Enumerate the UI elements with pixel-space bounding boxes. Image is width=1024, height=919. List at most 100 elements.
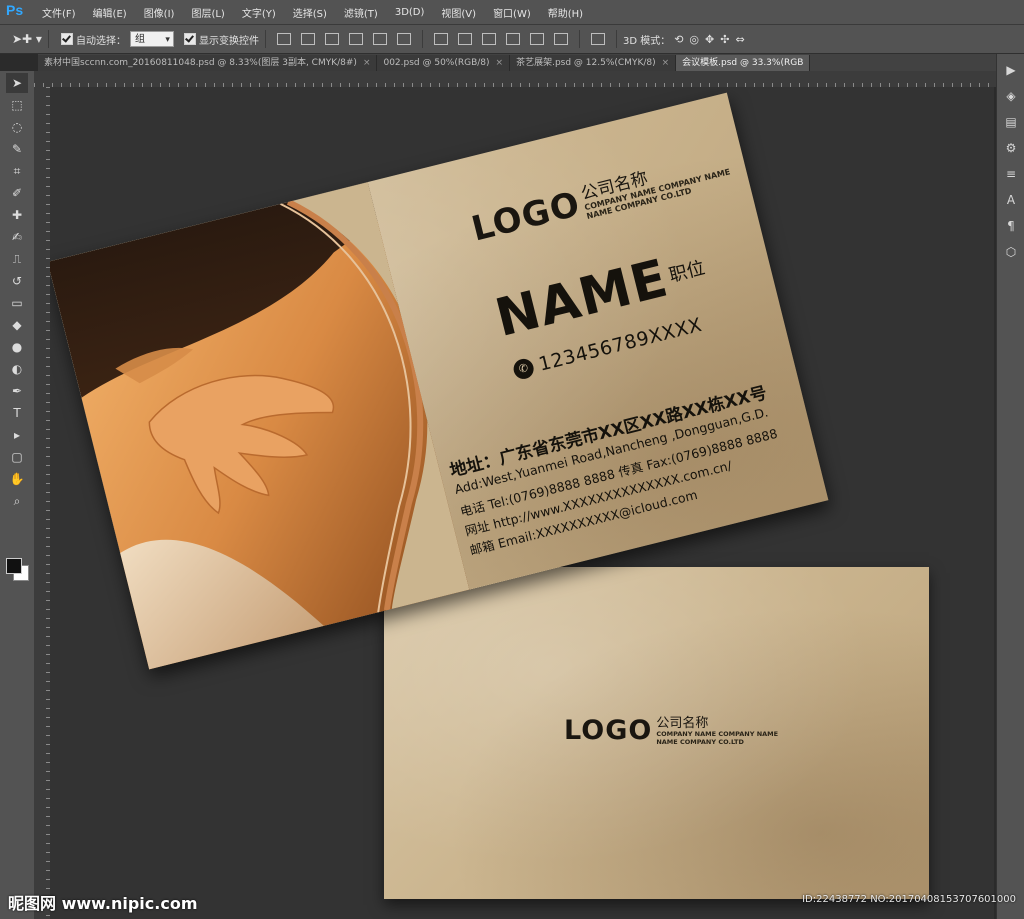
pen-tool-icon[interactable]: ✒	[6, 381, 28, 401]
front-logo-text: LOGO	[467, 184, 585, 250]
layers-icon[interactable]: ▤	[1001, 112, 1021, 132]
3d-pan-icon[interactable]: ✥	[705, 33, 714, 46]
tab-label: 茶艺展架.psd @ 12.5%(CMYK/8)	[516, 58, 656, 68]
menu-file[interactable]: 文件(F)	[34, 5, 85, 20]
align-vcenter-icon[interactable]	[300, 33, 315, 45]
distribute-hcenter-icon[interactable]	[529, 33, 544, 45]
3d-scale-icon[interactable]: ⇔	[735, 33, 744, 46]
3d-slide-icon[interactable]: ✣	[720, 33, 729, 46]
distribute-right-icon[interactable]	[553, 33, 568, 45]
tools-panel: ➤ ⬚ ◌ ✎ ⌗ ✐ ✚ ✍ ⎍ ↺ ▭ ◆ ● ◐ ✒ T ▸ ▢ ✋ ⌕	[0, 71, 35, 919]
phone-icon: ✆	[511, 356, 536, 382]
menu-image[interactable]: 图像(I)	[136, 5, 184, 20]
document-tab[interactable]: 茶艺展架.psd @ 12.5%(CMYK/8) ×	[510, 55, 677, 71]
eyedropper-tool-icon[interactable]: ✐	[6, 183, 28, 203]
quick-select-tool-icon[interactable]: ✎	[6, 139, 28, 159]
back-company-name-en-2: NAME COMPANY CO.LTD	[656, 737, 744, 746]
document-tab-active[interactable]: 会议模板.psd @ 33.3%(RGB	[676, 55, 811, 71]
business-card-back: LOGO 公司名称 COMPANY NAME COMPANY NAME NAME…	[384, 567, 929, 899]
align-hcenter-icon[interactable]	[372, 33, 387, 45]
auto-select-dropdown[interactable]: 组	[129, 31, 174, 48]
document-canvas[interactable]: LOGO 公司名称 COMPANY NAME COMPANY NAME NAME…	[50, 87, 994, 919]
watermark-bar: 昵图网 www.nipic.com ID:22438772 NO:2017040…	[0, 880, 1024, 919]
show-transform-checkbox[interactable]	[183, 33, 196, 45]
options-divider	[578, 30, 580, 48]
3d-mode-label: 3D 模式：	[622, 35, 671, 47]
move-tool-icon[interactable]: ➤	[6, 73, 28, 93]
menu-view[interactable]: 视图(V)	[433, 5, 485, 20]
photoshop-logo: Ps	[6, 2, 24, 18]
menu-3d[interactable]: 3D(D)	[387, 7, 434, 18]
distribute-vcenter-icon[interactable]	[457, 33, 472, 45]
play-icon[interactable]: ▶	[1001, 60, 1021, 80]
3d-roll-icon[interactable]: ◎	[689, 33, 699, 46]
distribute-bottom-icon[interactable]	[481, 33, 496, 45]
auto-align-icon[interactable]	[590, 33, 605, 45]
align-right-icon[interactable]	[396, 33, 411, 45]
align-top-icon[interactable]	[276, 33, 291, 45]
right-dock-buttons: ▶ ◈ ▤ ⚙ ≡ A ¶ ⬡	[997, 60, 1024, 262]
healing-tool-icon[interactable]: ✚	[6, 205, 28, 225]
dodge-tool-icon[interactable]: ◐	[6, 359, 28, 379]
align-bottom-icon[interactable]	[324, 33, 339, 45]
front-logo-block: LOGO 公司名称 COMPANY NAME COMPANY NAME NAME…	[468, 150, 733, 249]
options-divider	[264, 30, 266, 48]
paragraph-icon[interactable]: ¶	[1001, 216, 1021, 236]
3d-cube-icon[interactable]: ⬡	[1001, 242, 1021, 262]
auto-select-checkbox[interactable]	[60, 33, 73, 45]
menu-type[interactable]: 文字(Y)	[234, 5, 285, 20]
settings-icon[interactable]: ⚙	[1001, 138, 1021, 158]
options-divider	[421, 30, 423, 48]
menu-filter[interactable]: 滤镜(T)	[336, 5, 387, 20]
menu-bar: Ps 文件(F) 编辑(E) 图像(I) 图层(L) 文字(Y) 选择(S) 滤…	[0, 0, 1024, 25]
shape-tool-icon[interactable]: ▢	[6, 447, 28, 467]
align-left-icon[interactable]	[348, 33, 363, 45]
document-tab[interactable]: 002.psd @ 50%(RGB/8) ×	[377, 55, 511, 71]
close-icon[interactable]: ×	[363, 58, 371, 68]
tool-list: ➤ ⬚ ◌ ✎ ⌗ ✐ ✚ ✍ ⎍ ↺ ▭ ◆ ● ◐ ✒ T ▸ ▢ ✋ ⌕	[0, 73, 34, 511]
options-divider	[615, 30, 617, 48]
tab-label: 002.psd @ 50%(RGB/8)	[383, 58, 490, 68]
massage-photo	[50, 182, 470, 670]
document-tab-bar: 素材中国sccnn.com_20160811048.psd @ 8.33%(图层…	[38, 54, 998, 71]
menu-select[interactable]: 选择(S)	[285, 5, 336, 20]
clone-stamp-tool-icon[interactable]: ⎍	[6, 249, 28, 269]
brush-tool-icon[interactable]: ✍	[6, 227, 28, 247]
back-logo-block: LOGO 公司名称 COMPANY NAME COMPANY NAME NAME…	[564, 717, 778, 746]
options-divider	[47, 30, 49, 48]
3d-rotate-icon[interactable]: ⟲	[674, 33, 683, 46]
paragraph-style-icon[interactable]: ≡	[1001, 164, 1021, 184]
back-logo-text: LOGO	[564, 715, 653, 746]
auto-select-label: 自动选择：	[75, 35, 126, 47]
foreground-color-swatch[interactable]	[6, 558, 22, 574]
show-transform-label: 显示变换控件	[198, 35, 259, 47]
menu-edit[interactable]: 编辑(E)	[85, 5, 136, 20]
horizontal-ruler[interactable]	[34, 71, 996, 87]
menu-layer[interactable]: 图层(L)	[183, 5, 233, 20]
document-tab[interactable]: 素材中国sccnn.com_20160811048.psd @ 8.33%(图层…	[38, 55, 378, 71]
marquee-tool-icon[interactable]: ⬚	[6, 95, 28, 115]
history-brush-tool-icon[interactable]: ↺	[6, 271, 28, 291]
paint-bucket-tool-icon[interactable]: ◆	[6, 315, 28, 335]
path-select-tool-icon[interactable]: ▸	[6, 425, 28, 445]
type-tool-icon[interactable]: T	[6, 403, 28, 423]
back-company-name-cn: 公司名称	[656, 716, 709, 731]
character-icon[interactable]: A	[1001, 190, 1021, 210]
crop-tool-icon[interactable]: ⌗	[6, 161, 28, 181]
adjust-icon[interactable]: ◈	[1001, 86, 1021, 106]
distribute-left-icon[interactable]	[505, 33, 520, 45]
eraser-tool-icon[interactable]: ▭	[6, 293, 28, 313]
hand-tool-icon[interactable]: ✋	[6, 469, 28, 489]
tab-label: 素材中国sccnn.com_20160811048.psd @ 8.33%(图层…	[44, 58, 357, 68]
vertical-ruler[interactable]	[34, 87, 50, 919]
menu-help[interactable]: 帮助(H)	[540, 5, 592, 20]
menu-window[interactable]: 窗口(W)	[485, 5, 540, 20]
close-icon[interactable]: ×	[662, 58, 670, 68]
blur-tool-icon[interactable]: ●	[6, 337, 28, 357]
zoom-tool-icon[interactable]: ⌕	[6, 491, 28, 511]
distribute-top-icon[interactable]	[433, 33, 448, 45]
close-icon[interactable]: ×	[496, 58, 504, 68]
move-tool-preset-icon[interactable]: ➤✚ ▾	[12, 32, 42, 46]
lasso-tool-icon[interactable]: ◌	[6, 117, 28, 137]
watermark-site: 昵图网 www.nipic.com	[8, 894, 198, 913]
